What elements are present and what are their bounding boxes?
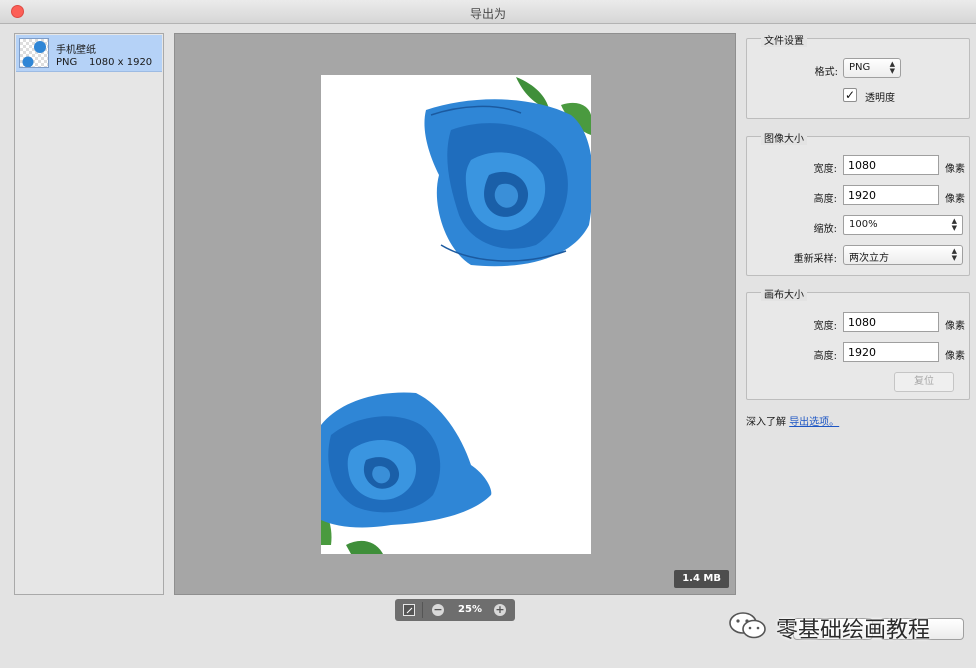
canvas-width-unit: 像素 [945, 321, 965, 332]
transparency-checkbox[interactable]: ✓ [843, 88, 857, 102]
file-size-badge: 1.4 MB [674, 570, 729, 588]
asset-list-item[interactable]: 手机壁纸 PNG 1080 x 1920 [16, 35, 162, 72]
zoom-controls: − 25% + [395, 599, 515, 621]
asset-dimensions: 1080 x 1920 [89, 57, 153, 68]
canvas-height-unit: 像素 [945, 351, 965, 362]
reset-button[interactable]: 复位 [894, 372, 954, 392]
export-as-dialog: 导出为 手机壁纸 PNG 1080 x 1920 1.4 MB − 25% + … [0, 0, 976, 668]
stepper-arrows-icon: ▲ ▼ [951, 217, 957, 232]
zoom-out-icon[interactable]: − [432, 604, 444, 616]
zoom-level: 25% [458, 604, 482, 615]
transparency-label: 透明度 [865, 93, 895, 104]
preview-canvas [321, 75, 591, 554]
canvas-height-label: 高度: [813, 351, 837, 362]
resample-value: 两次立方 [849, 253, 889, 264]
image-size-heading: 图像大小 [761, 130, 807, 145]
stepper-arrows-icon: ▲ ▼ [951, 247, 957, 262]
canvas-width-field[interactable] [843, 312, 939, 332]
zoom-divider [422, 602, 423, 618]
image-height-unit: 像素 [945, 194, 965, 205]
wechat-icon [729, 612, 766, 639]
canvas-height-field[interactable] [843, 342, 939, 362]
window-title: 导出为 [469, 7, 506, 21]
asset-thumbnail [19, 38, 49, 68]
format-label: 格式: [814, 67, 838, 78]
canvas-size-heading: 画布大小 [761, 286, 807, 301]
learn-more-prefix: 深入了解 [746, 417, 786, 428]
asset-list: 手机壁纸 PNG 1080 x 1920 [14, 33, 164, 595]
rose-artwork [321, 77, 591, 554]
image-width-field[interactable] [843, 155, 939, 175]
stepper-arrows-icon: ▲ ▼ [889, 60, 895, 75]
scale-value: 100% [849, 219, 878, 230]
canvas-size-group: 画布大小 宽度: 像素 高度: 像素 复位 [746, 286, 970, 400]
format-select[interactable]: PNG ▲ ▼ [843, 58, 901, 78]
image-height-field[interactable] [843, 185, 939, 205]
watermark-text: 零基础绘画教程 [776, 618, 931, 643]
file-settings-group: 文件设置 格式: PNG ▲ ▼ ✓ 透明度 [746, 32, 970, 119]
format-value: PNG [849, 62, 871, 73]
image-width-unit: 像素 [945, 164, 965, 175]
image-width-label: 宽度: [813, 164, 837, 175]
image-height-label: 高度: [813, 194, 837, 205]
zoom-in-icon[interactable]: + [494, 604, 506, 616]
scale-select[interactable]: 100% ▲ ▼ [843, 215, 963, 235]
scale-label: 缩放: [813, 224, 837, 235]
preview-area[interactable]: 1.4 MB [174, 33, 736, 595]
image-size-group: 图像大小 宽度: 像素 高度: 像素 缩放: 100% ▲▼ 重新采样: 两次立… [746, 130, 970, 276]
resample-label: 重新采样: [793, 254, 837, 265]
fit-to-view-icon[interactable] [403, 604, 415, 616]
canvas-width-label: 宽度: [813, 321, 837, 332]
title-bar: 导出为 [0, 0, 976, 24]
asset-name: 手机壁纸 [56, 45, 96, 56]
learn-more: 深入了解 导出选项。 [746, 413, 839, 428]
resample-select[interactable]: 两次立方 ▲ ▼ [843, 245, 963, 265]
export-options-link[interactable]: 导出选项。 [789, 417, 839, 428]
asset-format: PNG [56, 57, 78, 68]
file-settings-heading: 文件设置 [761, 32, 807, 47]
wechat-watermark: 零基础绘画教程 [728, 608, 963, 643]
